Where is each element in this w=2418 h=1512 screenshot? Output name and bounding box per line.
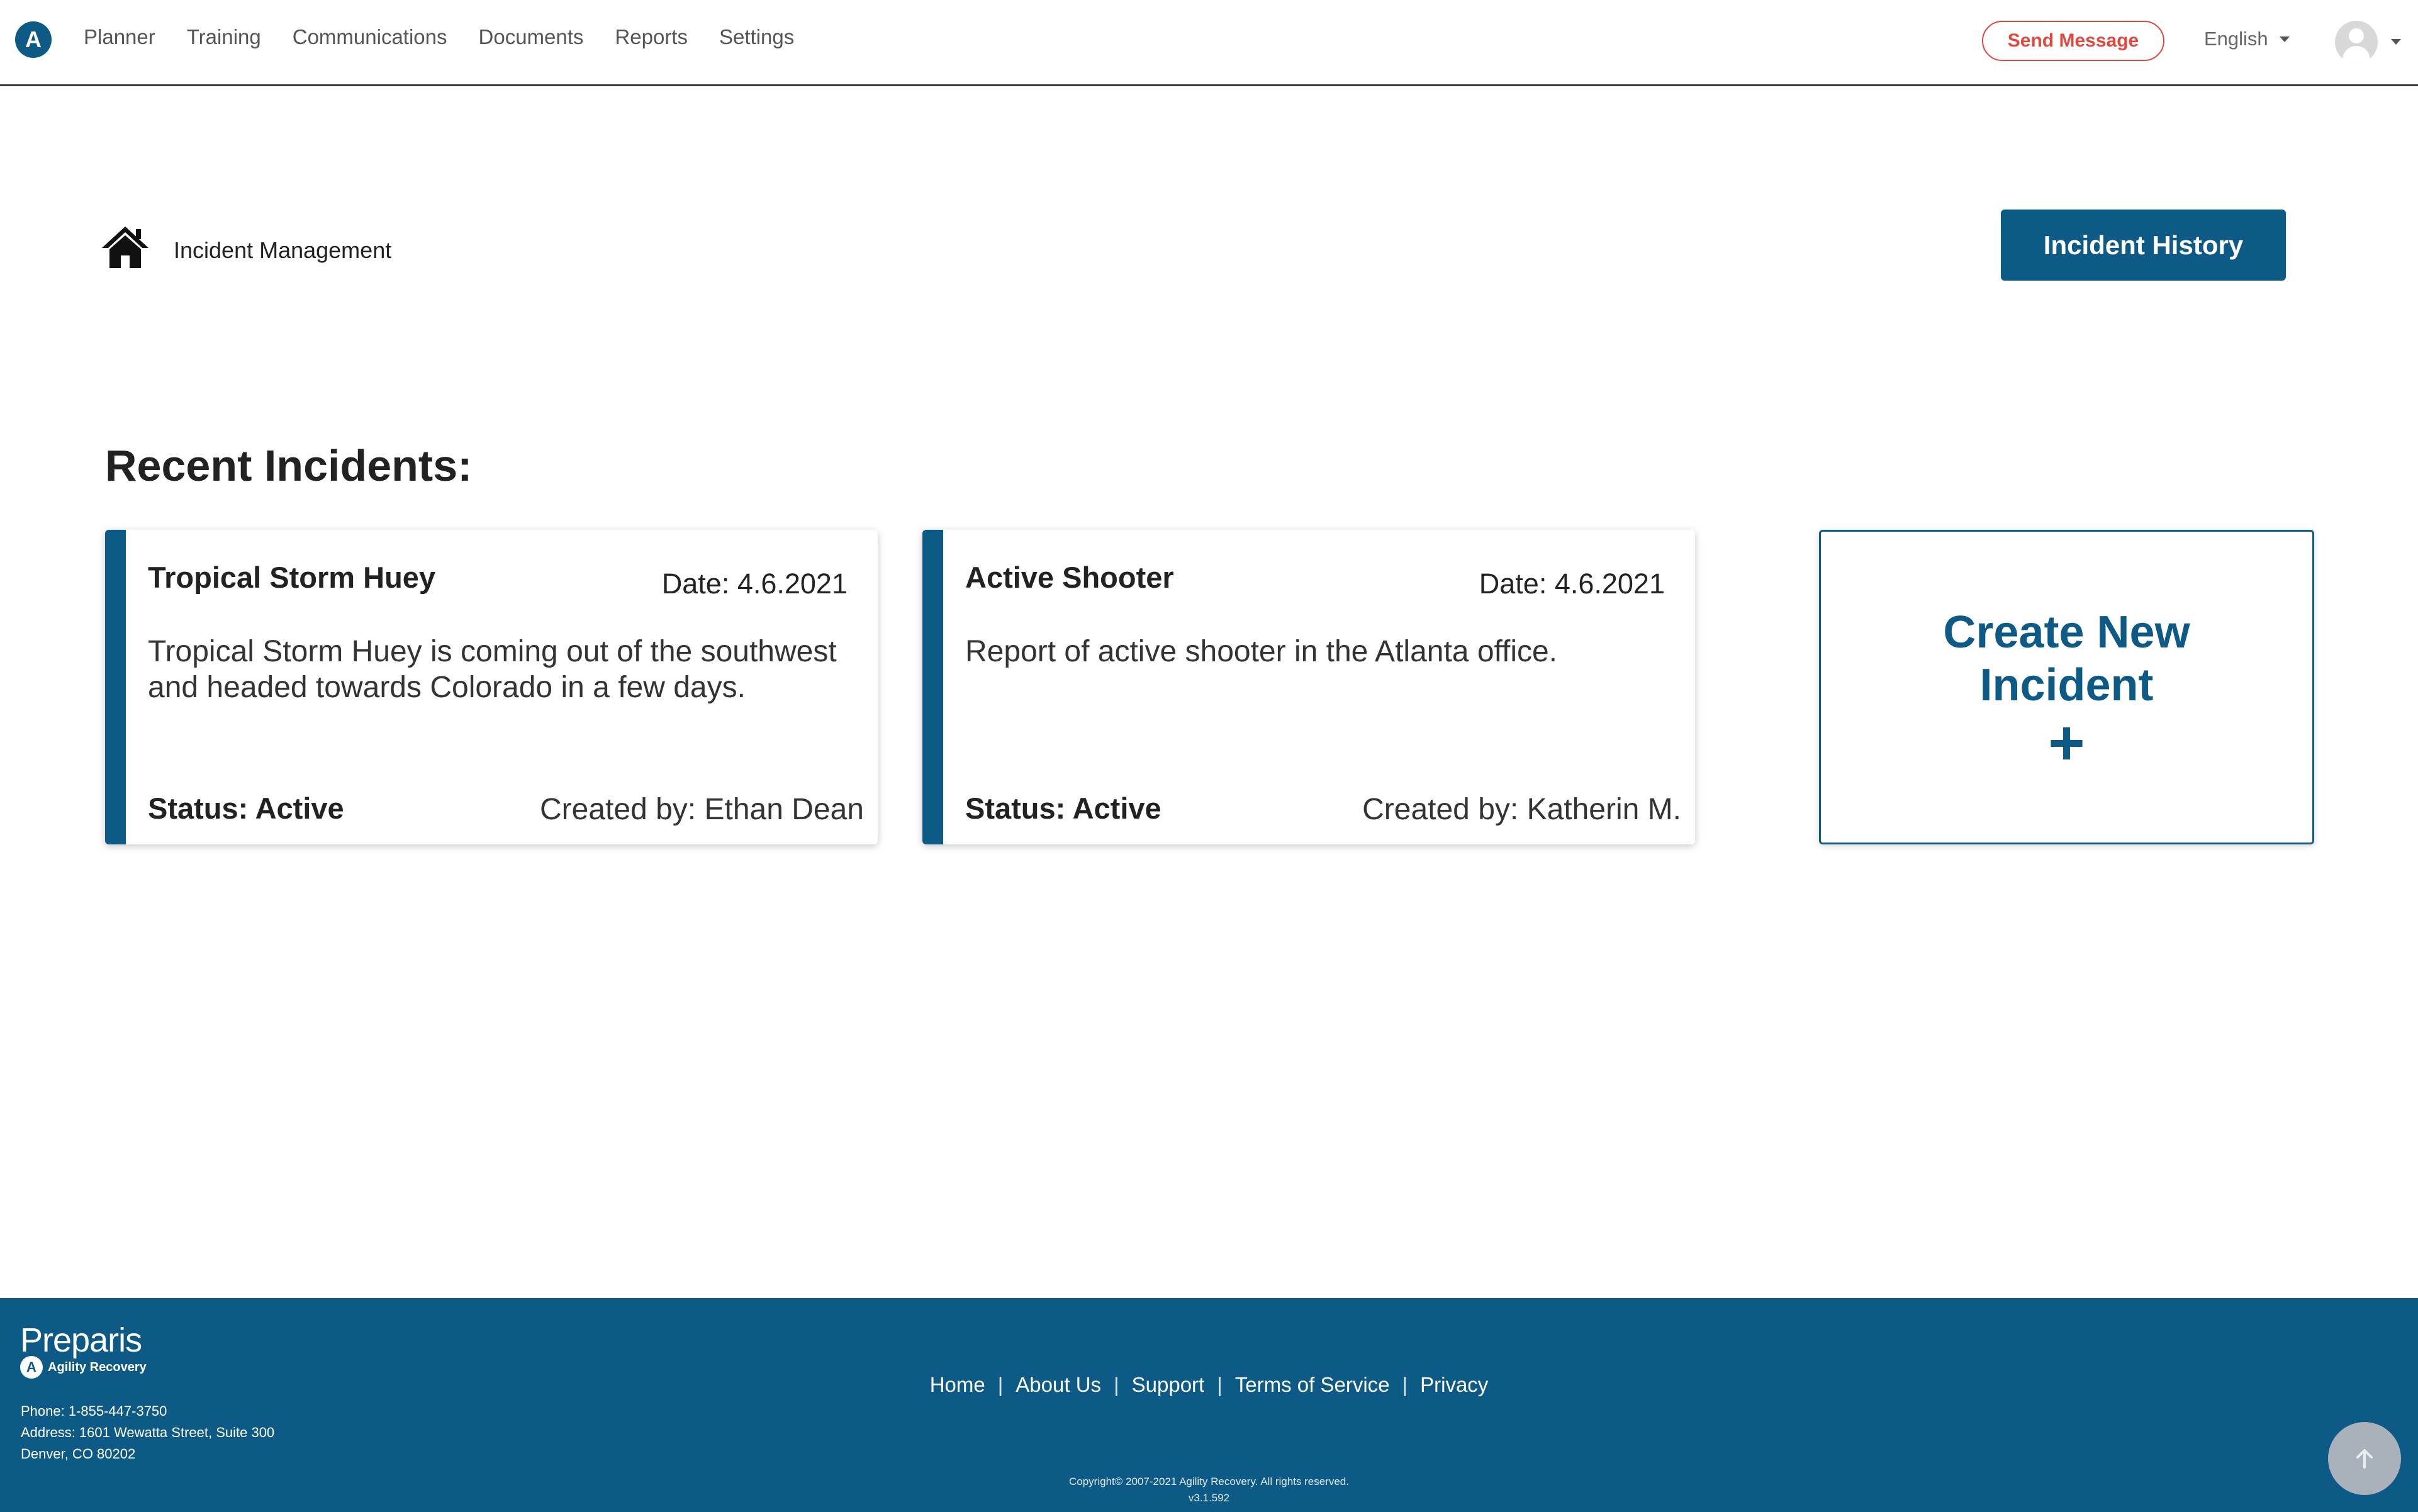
- incident-date: Date: 4.6.2021: [661, 568, 848, 600]
- nav-settings[interactable]: Settings: [719, 25, 794, 49]
- scroll-to-top-button[interactable]: [2328, 1422, 2401, 1495]
- app-logo[interactable]: A: [15, 21, 52, 58]
- copyright-text: Copyright© 2007-2021 Agility Recovery. A…: [1069, 1476, 1349, 1487]
- footer-phone: Phone: 1-855-447-3750: [21, 1403, 167, 1419]
- footer-links: Home | About Us | Support | Terms of Ser…: [929, 1373, 1489, 1397]
- language-select[interactable]: English: [2204, 28, 2290, 50]
- footer-brand: Preparis: [20, 1321, 142, 1359]
- main-nav: Planner Training Communications Document…: [84, 25, 794, 49]
- breadcrumb: Incident Management: [174, 237, 392, 263]
- footer-link-support[interactable]: Support: [1132, 1373, 1205, 1397]
- send-message-button[interactable]: Send Message: [1982, 21, 2164, 61]
- copyright: Copyright© 2007-2021 Agility Recovery. A…: [0, 1474, 2418, 1506]
- create-incident-button[interactable]: Create New Incident +: [1819, 530, 2314, 844]
- chevron-down-icon: [2279, 36, 2290, 42]
- incident-description: Report of active shooter in the Atlanta …: [965, 635, 1558, 668]
- language-label: English: [2204, 28, 2268, 50]
- incident-card[interactable]: Tropical Storm Huey Date: 4.6.2021 Tropi…: [105, 530, 878, 844]
- incident-history-button[interactable]: Incident History: [2001, 210, 2286, 281]
- nav-communications[interactable]: Communications: [293, 25, 447, 49]
- create-incident-label: Create New Incident: [1943, 607, 2190, 710]
- footer-city: Denver, CO 80202: [21, 1446, 136, 1462]
- footer-link-home[interactable]: Home: [930, 1373, 985, 1397]
- status-badge: Status: Active: [965, 792, 1161, 825]
- footer-link-privacy[interactable]: Privacy: [1420, 1373, 1488, 1397]
- footer-link-terms[interactable]: Terms of Service: [1235, 1373, 1390, 1397]
- home-icon[interactable]: [101, 225, 150, 269]
- footer-contact: Phone: 1-855-447-3750 Address: 1601 Wewa…: [21, 1401, 274, 1465]
- footer-link-about[interactable]: About Us: [1016, 1373, 1101, 1397]
- nav-documents[interactable]: Documents: [479, 25, 584, 49]
- incident-date: Date: 4.6.2021: [1479, 568, 1665, 600]
- arrow-up-icon: [2356, 1449, 2373, 1469]
- user-icon: [2349, 28, 2364, 43]
- incident-creator: Created by: Katherin M.: [1362, 793, 1681, 826]
- status-badge: Status: Active: [148, 792, 344, 825]
- page-title: Recent Incidents:: [105, 441, 473, 490]
- nav-training[interactable]: Training: [187, 25, 261, 49]
- footer-address: Address: 1601 Wewatta Street, Suite 300: [21, 1425, 275, 1440]
- avatar[interactable]: [2335, 21, 2378, 64]
- plus-icon: +: [2048, 708, 2085, 778]
- incident-title: Active Shooter: [965, 561, 1174, 594]
- nav-reports[interactable]: Reports: [615, 25, 688, 49]
- incident-description: Tropical Storm Huey is coming out of the…: [148, 635, 837, 704]
- chevron-down-icon[interactable]: [2391, 39, 2401, 45]
- nav-planner[interactable]: Planner: [84, 25, 155, 49]
- incident-card[interactable]: Active Shooter Date: 4.6.2021 Report of …: [922, 530, 1695, 844]
- incident-title: Tropical Storm Huey: [148, 561, 436, 594]
- top-navbar: A Planner Training Communications Docume…: [0, 0, 2418, 86]
- incident-creator: Created by: Ethan Dean: [540, 793, 864, 826]
- version-text: v3.1.592: [1188, 1492, 1230, 1504]
